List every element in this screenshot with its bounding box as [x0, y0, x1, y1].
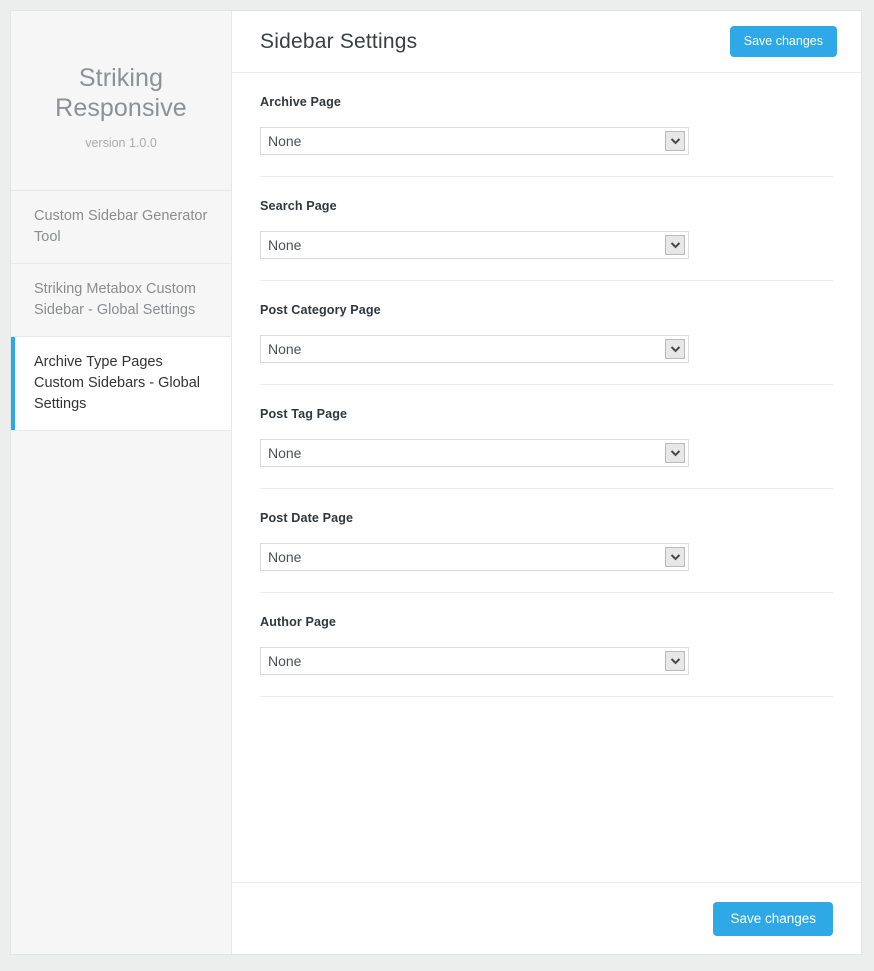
post-category-page-select[interactable]: None	[260, 335, 689, 363]
field-label: Post Tag Page	[260, 407, 348, 421]
sidebar-item-label: Custom Sidebar Generator Tool	[34, 208, 208, 245]
sidebar-item-striking-metabox-custom-sidebar[interactable]: Striking Metabox Custom Sidebar - Global…	[11, 264, 231, 337]
chevron-down-icon	[665, 651, 685, 671]
field-archive-page: Archive Page None	[260, 73, 833, 177]
sidebar-nav: Custom Sidebar Generator Tool Striking M…	[11, 191, 231, 431]
sidebar-item-archive-type-pages-custom-sidebars[interactable]: Archive Type Pages Custom Sidebars - Glo…	[11, 337, 231, 431]
brand-version: version 1.0.0	[85, 136, 157, 150]
archive-page-select[interactable]: None	[260, 127, 689, 155]
settings-form: Archive Page None Search Page None Post …	[232, 73, 861, 882]
field-label: Search Page	[260, 199, 337, 213]
chevron-down-icon	[665, 339, 685, 359]
chevron-down-icon	[665, 235, 685, 255]
field-post-category-page: Post Category Page None	[260, 281, 833, 385]
sidebar-item-label: Striking Metabox Custom Sidebar - Global…	[34, 281, 196, 318]
select-value: None	[268, 237, 302, 253]
app-container: Striking Responsive version 1.0.0 Custom…	[10, 10, 862, 955]
main-panel: Sidebar Settings Save changes Archive Pa…	[232, 11, 861, 954]
brand-block: Striking Responsive version 1.0.0	[11, 11, 231, 191]
sidebar: Striking Responsive version 1.0.0 Custom…	[11, 11, 232, 954]
save-changes-button-bottom[interactable]: Save changes	[713, 901, 833, 936]
select-value: None	[268, 653, 302, 669]
field-post-tag-page: Post Tag Page None	[260, 385, 833, 489]
search-page-select[interactable]: None	[260, 231, 689, 259]
chevron-down-icon	[665, 443, 685, 463]
post-tag-page-select[interactable]: None	[260, 439, 689, 467]
sidebar-item-custom-sidebar-generator-tool[interactable]: Custom Sidebar Generator Tool	[11, 191, 231, 264]
field-search-page: Search Page None	[260, 177, 833, 281]
chevron-down-icon	[665, 547, 685, 567]
page-title: Sidebar Settings	[260, 29, 418, 53]
post-date-page-select[interactable]: None	[260, 543, 689, 571]
field-label: Archive Page	[260, 95, 341, 109]
select-value: None	[268, 549, 302, 565]
page-footer: Save changes	[232, 882, 861, 954]
select-value: None	[268, 133, 302, 149]
sidebar-item-label: Archive Type Pages Custom Sidebars - Glo…	[34, 354, 201, 412]
chevron-down-icon	[665, 131, 685, 151]
field-label: Author Page	[260, 615, 336, 629]
page-header: Sidebar Settings Save changes	[232, 11, 861, 73]
field-author-page: Author Page None	[260, 593, 833, 697]
select-value: None	[268, 445, 302, 461]
author-page-select[interactable]: None	[260, 647, 689, 675]
field-label: Post Date Page	[260, 511, 354, 525]
field-post-date-page: Post Date Page None	[260, 489, 833, 593]
save-changes-button-top[interactable]: Save changes	[729, 26, 837, 57]
select-value: None	[268, 341, 302, 357]
field-label: Post Category Page	[260, 303, 381, 317]
brand-title: Striking Responsive	[55, 64, 187, 122]
